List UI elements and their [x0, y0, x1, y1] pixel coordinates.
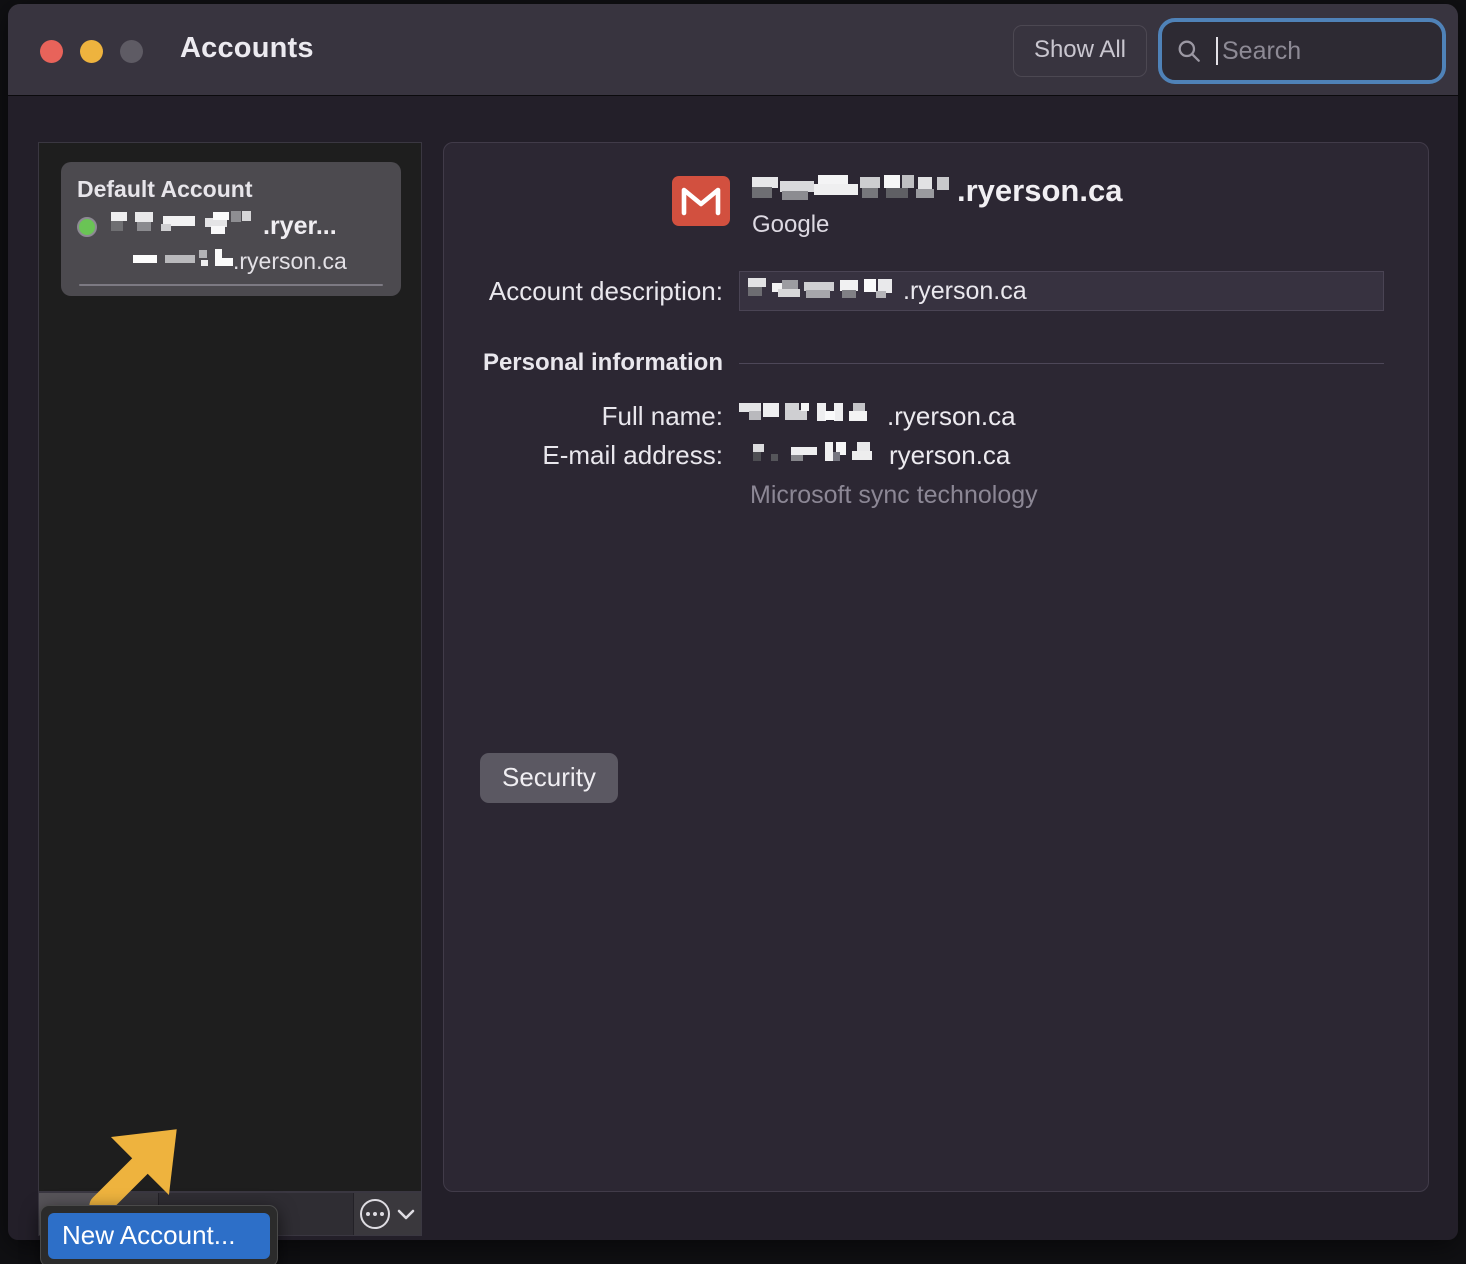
redaction-blocks: [748, 275, 903, 308]
redaction-blocks: [133, 246, 234, 276]
section-divider: [739, 362, 1384, 364]
email-address-row: E-mail address: ryerson.ca: [444, 438, 1428, 473]
window-body: Default Account .ryer... .ryerson.ca .ry…: [8, 96, 1458, 1240]
sync-technology-note: Microsoft sync technology: [750, 481, 1038, 509]
redaction-icon: [111, 211, 251, 234]
chevron-down-icon: [397, 1209, 415, 1219]
search-field[interactable]: Search: [1158, 18, 1446, 84]
account-subtitle: .ryerson.ca: [77, 246, 385, 276]
account-description-value-suffix: .ryerson.ca: [903, 276, 1027, 305]
page-title: Accounts: [180, 32, 314, 64]
redaction-icon: [739, 403, 867, 421]
redaction-blocks: [739, 399, 887, 434]
account-title: .ryerson.ca: [752, 171, 1122, 211]
gmail-m-glyph: [681, 187, 721, 216]
email-address-label: E-mail address:: [542, 440, 723, 470]
full-name-row: Full name: .ryerson.ca: [444, 399, 1428, 434]
redaction-blocks: [111, 209, 263, 244]
gmail-icon: [672, 176, 730, 226]
account-group-label: Default Account: [77, 176, 253, 202]
accounts-window: Accounts Show All Search Default Account: [8, 4, 1458, 1240]
email-address-value: ryerson.ca: [739, 438, 1010, 473]
account-subtitle-suffix: .ryerson.ca: [233, 247, 347, 274]
account-description-input[interactable]: .ryerson.ca: [739, 271, 1384, 311]
list-item[interactable]: Default Account .ryer... .ryerson.ca: [61, 162, 401, 296]
minimize-button[interactable]: [80, 40, 103, 63]
full-name-label: Full name:: [601, 401, 723, 431]
redaction-icon: [748, 277, 892, 298]
card-underline: [79, 284, 383, 286]
account-provider: Google: [752, 211, 830, 238]
account-name-suffix: .ryer...: [263, 212, 337, 240]
account-header-text: .ryerson.ca Google: [752, 171, 1122, 239]
account-description-row: Account description: .ryerson.ca: [444, 271, 1428, 311]
personal-information-section: Personal information: [444, 349, 1428, 377]
text-caret: [1216, 37, 1218, 65]
ellipsis-circle-icon: [360, 1199, 390, 1229]
redaction-blocks: [739, 438, 889, 473]
show-all-button[interactable]: Show All: [1012, 25, 1147, 77]
account-description-label: Account description:: [488, 275, 723, 306]
redaction-icon: [753, 442, 872, 461]
redaction-icon: [752, 175, 949, 200]
full-name-value: .ryerson.ca: [739, 399, 1016, 434]
section-title: Personal information: [482, 349, 723, 376]
full-name-suffix: .ryerson.ca: [887, 401, 1016, 431]
account-actions-button[interactable]: [353, 1193, 421, 1235]
search-placeholder: Search: [1222, 36, 1302, 65]
account-header: .ryerson.ca Google: [672, 171, 1122, 239]
traffic-light-group: [40, 40, 143, 63]
account-title-suffix: .ryerson.ca: [957, 173, 1123, 208]
search-icon: [1178, 40, 1200, 62]
accounts-sidebar[interactable]: Default Account .ryer... .ryerson.ca: [38, 142, 422, 1192]
close-button[interactable]: [40, 40, 63, 63]
status-dot: [77, 216, 97, 237]
redaction-blocks: [752, 171, 957, 211]
window-titlebar: Accounts Show All Search: [8, 4, 1458, 96]
zoom-button[interactable]: [120, 40, 143, 63]
security-button[interactable]: Security: [480, 753, 618, 803]
account-name: .ryer...: [111, 209, 337, 244]
account-form: Account description: .ryerson.ca Persona…: [444, 271, 1428, 510]
account-name-row: .ryer...: [77, 209, 385, 244]
redaction-icon: [133, 249, 234, 266]
email-address-suffix: ryerson.ca: [889, 440, 1011, 470]
add-account-context-menu: New Account...: [40, 1205, 278, 1264]
screenshot-root: Accounts Show All Search Default Account: [0, 0, 1466, 1264]
menu-item-new-account[interactable]: New Account...: [48, 1213, 270, 1259]
account-detail-panel: .ryerson.ca Google Account description:: [443, 142, 1429, 1192]
